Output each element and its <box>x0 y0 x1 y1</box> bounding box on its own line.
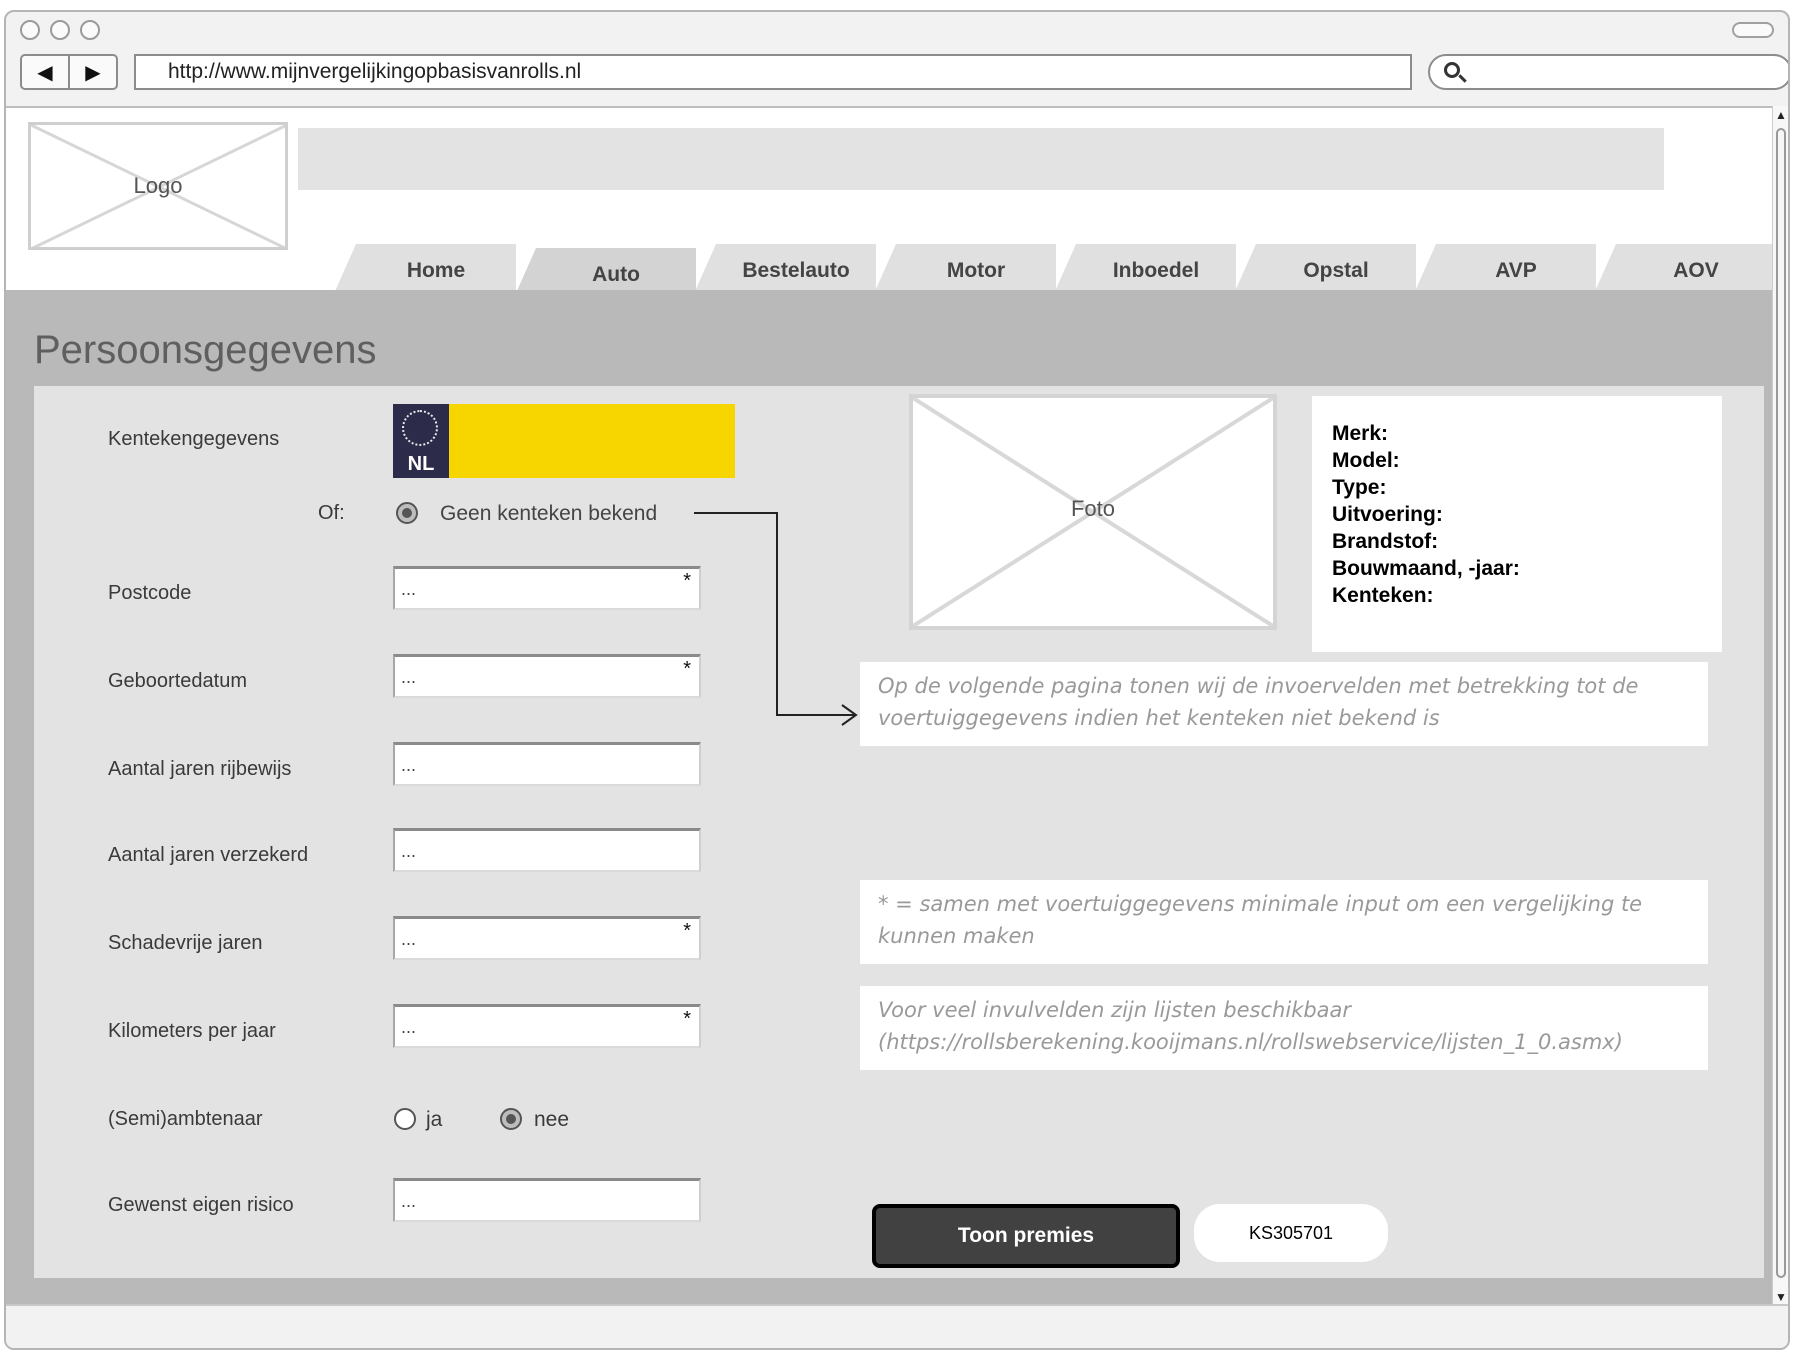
jaren-rijbewijs-input[interactable]: ... <box>393 742 701 786</box>
connector-arrow <box>694 512 858 726</box>
ambtenaar-nee-label: nee <box>534 1108 570 1131</box>
ambtenaar-nee-radio[interactable] <box>500 1108 522 1130</box>
scroll-up-icon[interactable]: ▲ <box>1775 108 1787 122</box>
kilometers-label: Kilometers per jaar <box>108 1020 276 1042</box>
note-volgende-pagina: Op de volgende pagina tonen wij de invoe… <box>860 662 1708 746</box>
address-bar[interactable]: http://www.mijnvergelijkingopbasisvanrol… <box>134 54 1412 90</box>
logo-placeholder: Logo <box>28 122 288 250</box>
scroll-thumb[interactable] <box>1776 128 1786 1278</box>
jaren-verzekerd-value: ... <box>401 841 417 861</box>
form-panel: Kentekengegevens NL Of: Geen kenteken be… <box>34 386 1764 1278</box>
logo-label: Logo <box>133 173 183 198</box>
title-bar <box>6 12 1788 44</box>
ambtenaar-ja-radio[interactable] <box>394 1108 416 1130</box>
spec-type: Type: <box>1332 476 1387 499</box>
forward-button[interactable]: ▶ <box>68 56 116 88</box>
spec-bouwjaar: Bouwmaand, -jaar: <box>1332 557 1520 580</box>
jaren-rijbewijs-value: ... <box>401 755 417 775</box>
note-lijsten: Voor veel invulvelden zijn lijsten besch… <box>860 986 1708 1070</box>
search-icon <box>1444 62 1460 78</box>
foto-label: Foto <box>1070 496 1116 521</box>
close-window-button[interactable] <box>20 20 40 40</box>
ambtenaar-ja-label: ja <box>426 1108 443 1131</box>
zoom-window-button[interactable] <box>80 20 100 40</box>
eigen-risico-value: ... <box>401 1191 417 1211</box>
schadevrije-jaren-value: ... <box>401 929 417 949</box>
vertical-scrollbar[interactable]: ▲ ▼ <box>1772 106 1788 1306</box>
main-tabs: Home Auto Bestelauto Motor Inboedel Opst… <box>6 240 1786 302</box>
eigen-risico-input[interactable]: ... <box>393 1178 701 1222</box>
vehicle-photo-placeholder: Foto <box>909 394 1277 630</box>
toon-premies-button[interactable]: Toon premies <box>872 1204 1180 1268</box>
schadevrije-jaren-label: Schadevrije jaren <box>108 932 263 954</box>
spec-merk: Merk: <box>1332 422 1389 445</box>
page-viewport: Logo Home Auto Bestelauto Motor Inboedel… <box>6 106 1786 1308</box>
jaren-verzekerd-input[interactable]: ... <box>393 828 701 872</box>
scroll-down-icon[interactable]: ▼ <box>1775 1290 1787 1304</box>
content-area: Persoonsgegevens Kentekengegevens NL Of:… <box>6 290 1786 1308</box>
jaren-verzekerd-label: Aantal jaren verzekerd <box>108 844 309 866</box>
schadevrije-jaren-input[interactable]: ... * <box>393 916 701 960</box>
spec-uitvoering: Uitvoering: <box>1332 503 1443 526</box>
minimize-window-button[interactable] <box>50 20 70 40</box>
page-title: Persoonsgegevens <box>34 328 377 372</box>
browser-search-input[interactable] <box>1428 54 1788 90</box>
history-buttons: ◀ ▶ <box>20 54 118 90</box>
note-minimale-input: * = samen met voertuiggegevens minimale … <box>860 880 1708 964</box>
ambtenaar-label: (Semi)ambtenaar <box>108 1108 263 1130</box>
kilometers-value: ... <box>401 1017 417 1037</box>
spec-kenteken: Kenteken: <box>1332 584 1434 607</box>
required-marker: * <box>683 920 691 942</box>
reference-code: KS305701 <box>1194 1204 1388 1262</box>
header-banner <box>298 128 1664 190</box>
vehicle-specs: Merk: Model: Type: Uitvoering: Brandstof… <box>1312 396 1722 652</box>
kilometers-input[interactable]: ... * <box>393 1004 701 1048</box>
eigen-risico-label: Gewenst eigen risico <box>108 1194 294 1216</box>
browser-window: ◀ ▶ http://www.mijnvergelijkingopbasisva… <box>4 10 1790 1350</box>
jaren-rijbewijs-label: Aantal jaren rijbewijs <box>108 758 292 780</box>
toolbar-toggle-button[interactable] <box>1732 22 1774 38</box>
spec-model: Model: <box>1332 449 1400 472</box>
status-bar <box>6 1304 1788 1348</box>
back-button[interactable]: ◀ <box>22 56 68 88</box>
required-marker: * <box>683 1008 691 1030</box>
spec-brandstof: Brandstof: <box>1332 530 1439 553</box>
site-header: Logo Home Auto Bestelauto Motor Inboedel… <box>6 108 1786 302</box>
